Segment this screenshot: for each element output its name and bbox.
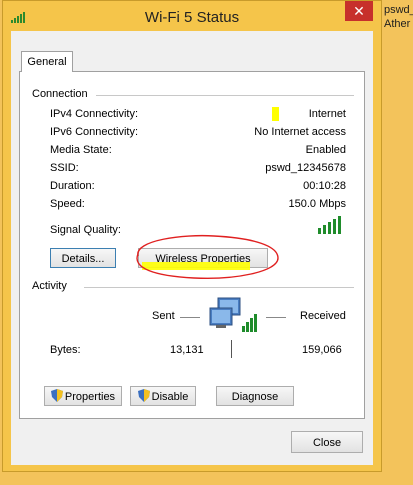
title-bar[interactable]: Wi-Fi 5 Status ✕ xyxy=(3,1,381,31)
desktop-item-line2: Ather xyxy=(384,18,411,30)
network-computers-icon xyxy=(209,297,257,332)
general-panel: Connection IPv4 Connectivity: Internet I… xyxy=(19,71,365,419)
disable-button-label: Disable xyxy=(151,391,189,403)
dialog-client-area: General Connection IPv4 Connectivity: In… xyxy=(11,31,373,465)
connection-group-title: Connection xyxy=(32,88,88,100)
media-state-row: Media State: Enabled xyxy=(50,144,346,159)
speed-label: Speed: xyxy=(50,198,85,210)
received-line xyxy=(266,317,286,318)
received-label: Received xyxy=(300,310,346,322)
activity-separator xyxy=(231,340,232,358)
signal-quality-label: Signal Quality: xyxy=(50,224,121,236)
signal-strength-icon xyxy=(318,216,346,234)
divider xyxy=(84,287,354,288)
ipv6-label: IPv6 Connectivity: xyxy=(50,126,139,138)
ipv6-row: IPv6 Connectivity: No Internet access xyxy=(50,126,346,141)
shield-icon xyxy=(50,389,63,402)
activity-group-title: Activity xyxy=(32,280,67,292)
duration-value: 00:10:28 xyxy=(303,180,346,192)
close-icon[interactable]: ✕ xyxy=(345,1,373,21)
bytes-sent-value: 13,131 xyxy=(170,344,204,356)
red-circle-annotation xyxy=(136,234,279,280)
duration-row: Duration: 00:10:28 xyxy=(50,180,346,195)
disable-button[interactable]: Disable xyxy=(130,386,196,406)
bytes-received-value: 159,066 xyxy=(302,344,342,356)
ipv4-row: IPv4 Connectivity: Internet xyxy=(50,108,346,123)
diagnose-button[interactable]: Diagnose xyxy=(216,386,294,406)
properties-button-label: Properties xyxy=(64,391,116,403)
ssid-label: SSID: xyxy=(50,162,79,174)
ipv4-label: IPv4 Connectivity: xyxy=(50,108,139,120)
wifi-status-window: Wi-Fi 5 Status ✕ General Connection IPv4… xyxy=(2,0,382,472)
ipv6-value: No Internet access xyxy=(254,126,346,138)
speed-row: Speed: 150.0 Mbps xyxy=(50,198,346,213)
tab-general[interactable]: General xyxy=(21,51,73,72)
media-state-value: Enabled xyxy=(305,144,346,156)
sent-line xyxy=(180,317,200,318)
speed-value: 150.0 Mbps xyxy=(288,198,346,210)
bytes-label: Bytes: xyxy=(50,344,81,356)
details-button[interactable]: Details... xyxy=(50,248,116,268)
close-button[interactable]: Close xyxy=(291,431,363,453)
desktop-item-label-right: pswd_ Ather xyxy=(384,3,413,31)
duration-label: Duration: xyxy=(50,180,95,192)
divider xyxy=(96,95,354,96)
ssid-row: SSID: pswd_12345678 xyxy=(50,162,346,177)
media-state-label: Media State: xyxy=(50,144,112,156)
ssid-value: pswd_12345678 xyxy=(265,162,346,174)
sent-label: Sent xyxy=(152,310,175,322)
ipv4-value: Internet xyxy=(308,108,346,120)
shield-icon xyxy=(137,389,150,402)
desktop-item-line1: pswd_ xyxy=(384,4,413,16)
window-title: Wi-Fi 5 Status xyxy=(144,9,240,26)
properties-button[interactable]: Properties xyxy=(44,386,122,406)
